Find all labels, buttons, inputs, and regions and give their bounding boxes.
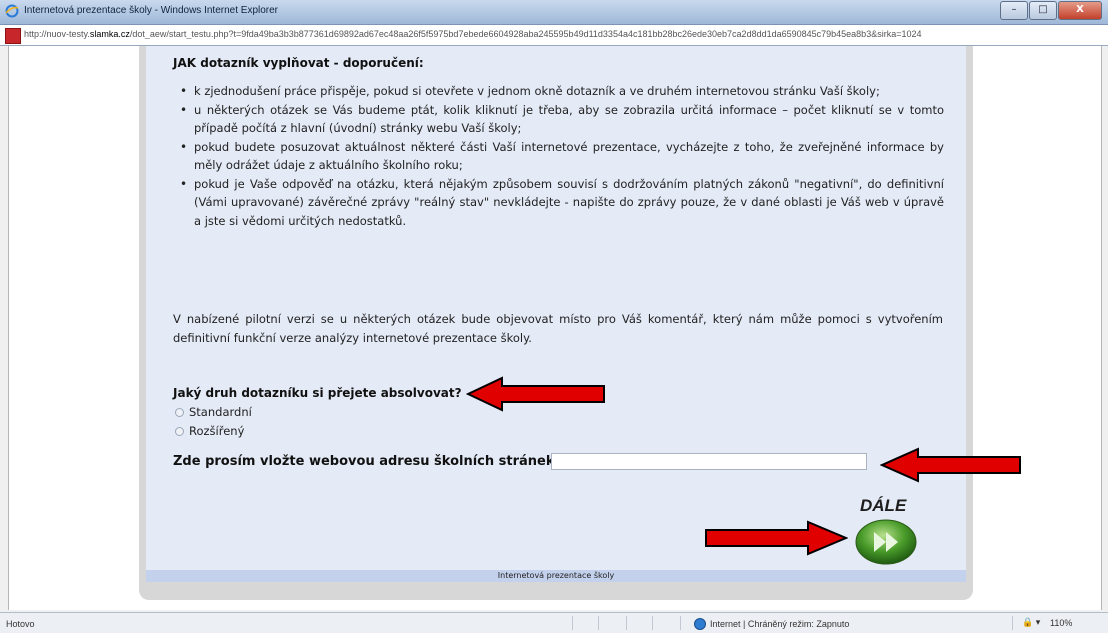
list-item: u některých otázek se Vás budeme ptát, k…	[174, 101, 944, 138]
window-title-bar[interactable]: Internetová prezentace školy - Windows I…	[0, 0, 1108, 25]
site-icon	[5, 28, 21, 44]
status-bar: Hotovo Internet | Chráněný režim: Zapnut…	[0, 612, 1108, 633]
red-arrow-left-icon	[880, 447, 1021, 483]
close-button[interactable]: X	[1058, 1, 1102, 20]
next-button-label[interactable]: DÁLE	[860, 496, 906, 516]
globe-icon	[694, 618, 706, 630]
red-arrow-left-icon	[466, 376, 605, 412]
red-arrow-right-icon	[705, 520, 848, 556]
radio-label-standard[interactable]: Standardní	[189, 405, 252, 419]
status-divider	[1012, 616, 1013, 630]
address-bar[interactable]: http://nuov-testy.slamka.cz/dot_aew/star…	[0, 25, 1108, 46]
pilot-info-paragraph: V nabízené pilotní verzi se u některých …	[173, 312, 943, 345]
page-footer: Internetová prezentace školy	[146, 570, 966, 582]
school-url-input[interactable]	[551, 453, 867, 470]
minimize-button[interactable]: –	[1000, 1, 1028, 20]
ie-icon	[5, 4, 19, 18]
questionnaire-type-question: Jaký druh dotazníku si přejete absolvova…	[173, 386, 462, 400]
list-item: pokud je Vaše odpověď na otázku, která n…	[174, 175, 944, 231]
list-item: k zjednodušení práce přispěje, pokud si …	[174, 82, 944, 101]
status-divider	[626, 616, 627, 630]
status-text: Hotovo	[6, 619, 35, 629]
window-title: Internetová prezentace školy - Windows I…	[24, 5, 279, 16]
maximize-button[interactable]: □	[1029, 1, 1057, 20]
radio-standard[interactable]: Standardní	[175, 405, 252, 419]
address-url[interactable]: http://nuov-testy.slamka.cz/dot_aew/star…	[24, 29, 1094, 39]
radio-icon[interactable]	[175, 407, 184, 417]
zone-text: Internet | Chráněný režim: Zapnuto	[710, 619, 850, 629]
zoom-level[interactable]: 110%	[1050, 618, 1072, 628]
status-divider	[680, 616, 681, 630]
status-divider	[598, 616, 599, 630]
school-url-label: Zde prosím vložte webovou adresu školníc…	[173, 454, 560, 469]
status-divider	[652, 616, 653, 630]
status-divider	[572, 616, 573, 630]
instructions-heading: JAK dotazník vyplňovat - doporučení:	[173, 56, 424, 70]
radio-extended[interactable]: Rozšířený	[175, 424, 244, 438]
instructions-list: k zjednodušení práce přispěje, pokud si …	[174, 82, 944, 230]
next-button[interactable]: DÁLE	[846, 494, 922, 566]
list-item: pokud budete posuzovat aktuálnost někter…	[174, 138, 944, 175]
radio-icon[interactable]	[175, 426, 184, 436]
addons-button[interactable]: 🔒 ▾	[1022, 617, 1040, 628]
radio-label-extended[interactable]: Rozšířený	[189, 424, 244, 438]
security-zone[interactable]: Internet | Chráněný režim: Zapnuto	[694, 618, 849, 630]
